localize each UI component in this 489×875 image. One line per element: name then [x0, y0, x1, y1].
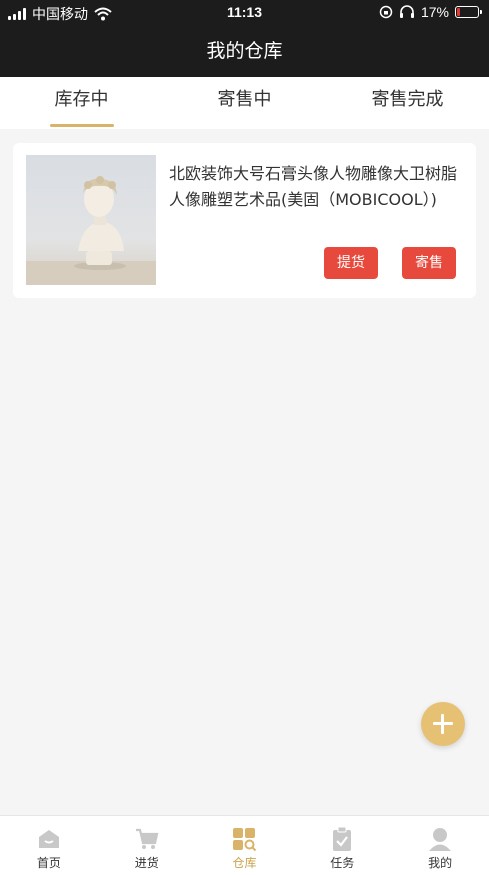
- clipboard-icon: [333, 826, 352, 851]
- nav-profile-label: 我的: [428, 856, 453, 870]
- status-bar: 中国移动 11:13 17%: [0, 0, 489, 26]
- tab-consigning[interactable]: 寄售中: [163, 77, 326, 129]
- nav-warehouse[interactable]: 仓库: [196, 816, 294, 875]
- product-card[interactable]: 北欧装饰大号石膏头像人物雕像大卫树脂人像雕塑艺术品(美固（MOBICOOL）) …: [13, 143, 476, 298]
- nav-profile[interactable]: 我的: [391, 816, 489, 875]
- bottom-nav: 首页 进货 仓库 任务 我的: [0, 815, 489, 875]
- nav-purchase-label: 进货: [134, 856, 159, 870]
- home-icon: [38, 830, 59, 848]
- tab-consign-completed[interactable]: 寄售完成: [326, 77, 489, 129]
- user-icon: [429, 828, 452, 851]
- product-image: [26, 155, 156, 285]
- nav-tasks[interactable]: 任务: [293, 816, 391, 875]
- top-bar: 中国移动 11:13 17% 我的仓库: [0, 0, 489, 77]
- battery-percent: 17%: [420, 4, 449, 20]
- rotation-lock-icon: [379, 5, 393, 19]
- tab-bar: 库存中 寄售中 寄售完成: [0, 77, 489, 129]
- nav-tasks-label: 任务: [330, 856, 355, 870]
- nav-purchase[interactable]: 进货: [98, 816, 196, 875]
- cart-icon: [135, 828, 159, 849]
- warehouse-icon: [233, 828, 257, 852]
- headphones-icon: [399, 5, 414, 18]
- page-title: 我的仓库: [206, 40, 283, 62]
- battery-icon: [455, 6, 482, 18]
- nav-home-label: 首页: [36, 856, 61, 870]
- bust-sculpture-image: [26, 176, 156, 285]
- add-fab-button[interactable]: [421, 702, 465, 746]
- nav-home[interactable]: 首页: [0, 816, 98, 875]
- consign-button[interactable]: 寄售: [402, 247, 456, 279]
- nav-warehouse-label: 仓库: [232, 856, 257, 870]
- tab-in-stock[interactable]: 库存中: [0, 77, 163, 129]
- product-title: 北欧装饰大号石膏头像人物雕像大卫树脂人像雕塑艺术品(美固（MOBICOOL）): [169, 164, 458, 209]
- pickup-button[interactable]: 提货: [324, 247, 378, 279]
